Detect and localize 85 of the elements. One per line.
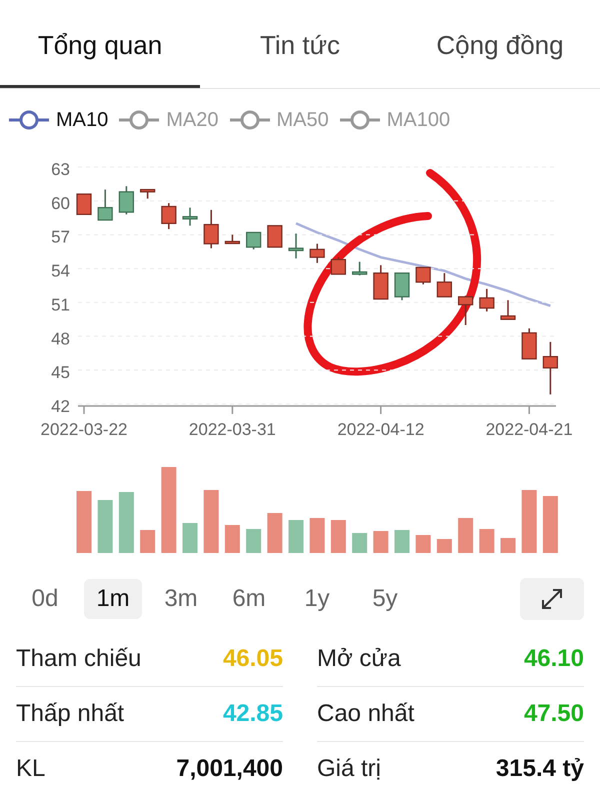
volume-bar: [267, 513, 282, 553]
y-axis-label: 54: [51, 262, 70, 281]
expand-button[interactable]: [520, 578, 584, 620]
candlestick: [140, 188, 156, 199]
volume-bar: [500, 538, 516, 553]
candlestick: [373, 265, 388, 300]
candlestick: [204, 210, 219, 248]
x-axis-label: 2022-04-12: [337, 420, 424, 439]
line-marker-icon: [118, 110, 160, 130]
period-button[interactable]: 5y: [356, 579, 414, 619]
volume-bar: [522, 490, 537, 553]
volume-bar: [246, 529, 262, 553]
period-button[interactable]: 0d: [16, 579, 74, 619]
candlestick: [436, 273, 452, 298]
candlestick: [161, 203, 176, 230]
candlestick: [394, 272, 410, 300]
stat-label: Cao nhất: [317, 700, 414, 728]
stat-label: Thấp nhất: [16, 700, 124, 728]
y-axis-label: 63: [51, 160, 70, 179]
volume-bar: [542, 496, 558, 553]
volume-bar: [416, 535, 431, 553]
y-axis-label: 57: [51, 228, 70, 247]
volume-bar: [394, 530, 410, 553]
y-axis-label: 60: [51, 194, 70, 213]
candlestick: [416, 266, 431, 284]
candlestick: [246, 232, 262, 250]
volume-bar: [182, 523, 198, 553]
x-axis-label: 2022-03-22: [40, 420, 128, 439]
candlestick: [224, 234, 240, 244]
y-axis-label: 48: [51, 329, 70, 348]
stat-value: 46.05: [222, 645, 283, 673]
x-axis-label: 2022-04-21: [486, 420, 573, 439]
volume-bar: [436, 539, 452, 553]
stat-label: Giá trị: [317, 755, 382, 783]
candlestick: [288, 234, 304, 258]
candlestick: [310, 244, 325, 263]
stat-label: Mở cửa: [317, 645, 401, 673]
candlestick: [267, 225, 282, 248]
candlestick: [352, 262, 368, 276]
line-marker-icon: [8, 110, 50, 130]
line-marker-icon: [228, 110, 270, 130]
stat-value: 47.50: [524, 700, 584, 728]
expand-icon: [539, 586, 565, 612]
volume-bar: [118, 492, 134, 553]
volume-bar: [458, 518, 474, 553]
line-marker-icon: [338, 110, 381, 130]
x-axis-label: 2022-03-31: [188, 420, 276, 439]
tab[interactable]: Tổng quan: [0, 0, 200, 88]
candlestick: [98, 190, 113, 221]
legend-item[interactable]: MA10: [8, 103, 108, 137]
tab[interactable]: Tin tức: [200, 0, 400, 88]
volume-bar: [373, 531, 388, 553]
volume-bar: [98, 500, 113, 553]
volume-bar: [204, 490, 219, 553]
volume-bar: [310, 518, 325, 553]
candlestick: [542, 342, 558, 394]
volume-bar: [288, 520, 304, 553]
candlestick: [76, 193, 92, 215]
y-axis-label: 51: [51, 295, 70, 314]
y-axis-label: 42: [51, 397, 70, 416]
tab[interactable]: Cộng đồng: [400, 0, 600, 88]
volume-bar: [140, 530, 156, 553]
period-button[interactable]: 3m: [152, 579, 210, 619]
stat-value: 42.85: [222, 700, 283, 728]
candlestick: [118, 186, 134, 214]
volume-bar: [224, 525, 240, 553]
candlestick: [522, 328, 537, 360]
period-button[interactable]: 6m: [220, 579, 278, 619]
volume-bar: [479, 529, 494, 553]
y-axis-label: 45: [51, 363, 70, 382]
volume-bar: [352, 533, 368, 553]
candlestick: [182, 208, 198, 226]
candlestick: [500, 300, 516, 320]
volume-bar: [76, 491, 92, 553]
candlestick: [330, 257, 346, 275]
candlestick: [479, 288, 494, 312]
period-button[interactable]: 1m: [84, 579, 142, 619]
stat-value: 46.10: [524, 645, 584, 673]
stat-value: 315.4 tỷ: [496, 755, 584, 783]
volume-bar: [330, 520, 346, 553]
stat-label: KL: [16, 755, 46, 783]
candlestick: [458, 296, 474, 325]
period-button[interactable]: 1y: [288, 579, 346, 619]
stat-label: Tham chiếu: [16, 645, 142, 673]
stat-value: 7,001,400: [176, 755, 283, 783]
